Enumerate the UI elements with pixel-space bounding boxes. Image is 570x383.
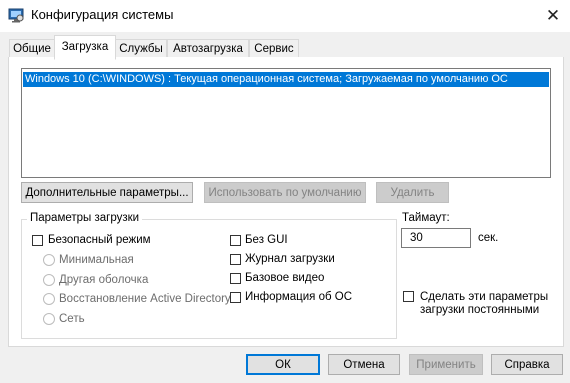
os-info-label: Информация об ОС [245, 291, 353, 303]
make-permanent-checkbox[interactable] [403, 291, 414, 302]
minimal-label: Минимальная [59, 254, 134, 266]
no-gui-label: Без GUI [245, 234, 288, 246]
system-config-icon [8, 8, 24, 23]
title-bar: Конфигурация системы ✕ [0, 0, 570, 32]
boot-log-checkbox[interactable] [230, 254, 241, 265]
ad-repair-radio[interactable] [43, 293, 55, 305]
ad-repair-label: Восстановление Active Directory [59, 293, 231, 305]
timeout-label: Таймаут: [402, 212, 450, 224]
safe-boot-label: Безопасный режим [48, 234, 151, 246]
alternate-shell-label: Другая оболочка [59, 274, 149, 286]
tab-boot[interactable]: Загрузка [54, 35, 116, 60]
set-as-default-button[interactable]: Использовать по умолчанию [204, 182, 366, 203]
delete-button[interactable]: Удалить [376, 182, 449, 203]
close-icon[interactable]: ✕ [540, 4, 566, 28]
tab-startup[interactable]: Автозагрузка [167, 39, 249, 58]
tab-services[interactable]: Службы [115, 39, 167, 58]
apply-button[interactable]: Применить [409, 354, 483, 375]
window-title: Конфигурация системы [31, 7, 174, 22]
network-label: Сеть [59, 313, 85, 325]
minimal-radio[interactable] [43, 254, 55, 266]
network-radio[interactable] [43, 313, 55, 325]
base-video-label: Базовое видео [245, 272, 325, 284]
timeout-input[interactable]: 30 [401, 228, 471, 248]
tab-tools[interactable]: Сервис [249, 39, 299, 58]
cancel-button[interactable]: Отмена [328, 354, 400, 375]
os-list-item[interactable]: Windows 10 (C:\WINDOWS) : Текущая операц… [23, 72, 549, 87]
help-button[interactable]: Справка [491, 354, 563, 375]
os-info-checkbox[interactable] [230, 292, 241, 303]
tab-general[interactable]: Общие [9, 39, 55, 58]
timeout-unit: сек. [478, 232, 499, 244]
no-gui-checkbox[interactable] [230, 235, 241, 246]
base-video-checkbox[interactable] [230, 273, 241, 284]
boot-log-label: Журнал загрузки [245, 253, 335, 265]
make-permanent-label-line1: Сделать эти параметры [420, 291, 549, 303]
make-permanent-label-line2: загрузки постоянными [420, 304, 540, 316]
advanced-options-button[interactable]: Дополнительные параметры... [21, 182, 193, 203]
boot-options-legend: Параметры загрузки [27, 212, 143, 224]
ok-button[interactable]: ОК [246, 354, 320, 375]
safe-boot-checkbox[interactable] [32, 235, 43, 246]
os-listbox[interactable]: Windows 10 (C:\WINDOWS) : Текущая операц… [21, 68, 551, 178]
alternate-shell-radio[interactable] [43, 274, 55, 286]
